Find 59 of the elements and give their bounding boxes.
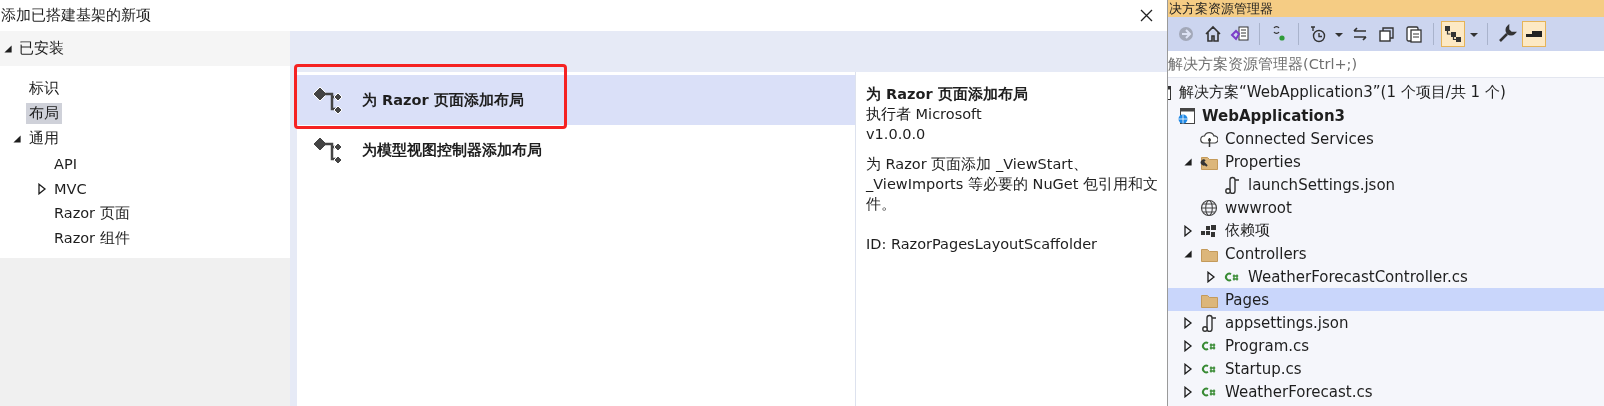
script-file-icon — [1223, 175, 1241, 194]
tree-view-icon — [1443, 24, 1463, 44]
panel-title: 决方案资源管理器 — [1169, 0, 1273, 17]
collapsed-arrow-icon[interactable] — [1181, 316, 1194, 329]
category-item[interactable]: MVC — [51, 179, 90, 198]
category-item[interactable]: 标识 — [26, 78, 62, 99]
expanded-arrow-icon[interactable] — [11, 132, 23, 145]
collapsed-arrow-icon[interactable] — [36, 182, 48, 195]
code-file-icon — [1230, 24, 1250, 44]
tree-item[interactable]: 解决方案“WebApplication3”(1 个项目/共 1 个) — [1168, 81, 1604, 104]
tree-item[interactable]: Controllers — [1168, 242, 1604, 265]
globe-icon — [1200, 198, 1218, 217]
collapsed-arrow-icon[interactable] — [1181, 362, 1194, 375]
collapsed-arrow-icon[interactable] — [1181, 385, 1194, 398]
collapsed-arrow-icon[interactable] — [1204, 270, 1217, 283]
description-text: 为 Razor 页面添加 _ViewStart、_ViewImports 等必要的 NuGet 包引用和文件。 — [866, 155, 1160, 214]
author-text: 执行者 Microsoft — [866, 105, 982, 124]
expanded-arrow-icon[interactable] — [2, 42, 14, 55]
id-text: ID: RazorPagesLayoutScaffolder — [866, 235, 1097, 254]
tree-item[interactable]: appsettings.json — [1168, 311, 1604, 334]
template-item[interactable]: 为 Razor 页面添加布局 — [297, 75, 855, 125]
home-icon — [1203, 24, 1223, 44]
template-title: 为模型视图控制器添加布局 — [362, 140, 542, 160]
template-title: 为 Razor 页面添加布局 — [362, 90, 524, 110]
toolbar-button[interactable] — [1522, 21, 1546, 47]
tree-item[interactable]: 依赖项 — [1168, 219, 1604, 242]
history-icon — [1308, 24, 1328, 44]
tree-item[interactable]: Properties — [1168, 150, 1604, 173]
tree-item[interactable]: WebApplication3 — [1168, 104, 1604, 127]
version-text: v1.0.0.0 — [866, 125, 926, 144]
category-header[interactable]: 已安装 — [0, 31, 290, 66]
category-item[interactable]: API — [51, 154, 80, 173]
tree-item[interactable]: launchSettings.json — [1168, 173, 1604, 196]
search-field[interactable]: 解决方案资源管理器(Ctrl+;) — [1168, 51, 1604, 77]
category-item[interactable]: 通用 — [26, 128, 62, 149]
category-item[interactable]: Razor 组件 — [51, 228, 133, 249]
script-file-icon — [1200, 313, 1218, 332]
cloud-plug-icon — [1200, 129, 1218, 148]
tree-item[interactable]: Startup.cs — [1168, 357, 1604, 380]
category-item[interactable]: 布局 — [26, 103, 62, 124]
wrench-icon — [1497, 24, 1517, 44]
expanded-arrow-icon[interactable] — [1181, 247, 1194, 260]
details-title: 为 Razor 页面添加布局 — [866, 85, 1028, 104]
tree-item[interactable]: Pages — [1168, 288, 1604, 311]
close-icon[interactable] — [1140, 9, 1153, 22]
expanded-arrow-icon[interactable] — [1181, 155, 1194, 168]
tree-item[interactable]: wwwroot — [1168, 196, 1604, 219]
template-item[interactable]: 为模型视图控制器添加布局 — [297, 125, 855, 175]
collapsed-arrow-icon[interactable] — [1181, 224, 1194, 237]
collapsed-arrow-icon[interactable] — [1181, 339, 1194, 352]
category-item[interactable]: Razor 页面 — [51, 203, 133, 224]
web-project-icon — [1177, 106, 1195, 125]
tree-item[interactable]: Program.cs — [1168, 334, 1604, 357]
tree-item[interactable]: WeatherForecast.cs — [1168, 380, 1604, 403]
tree-item[interactable]: WeatherForecastController.cs — [1168, 265, 1604, 288]
pages-icon — [1404, 24, 1424, 44]
dialog-title: 添加已搭建基架的新项 — [1, 6, 151, 25]
tree-item[interactable]: Connected Services — [1168, 127, 1604, 150]
toolbar-button[interactable] — [1441, 21, 1465, 47]
